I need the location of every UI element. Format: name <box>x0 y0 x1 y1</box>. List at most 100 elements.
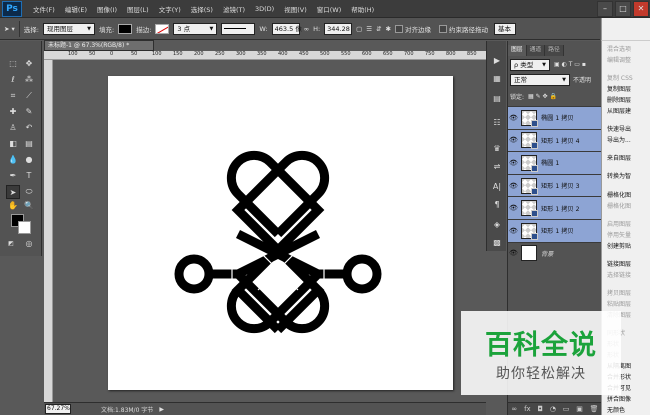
stroke-swatch[interactable] <box>155 23 170 34</box>
quick-mask-icon[interactable]: ◎ <box>22 237 36 251</box>
menu-item[interactable]: 拷贝图层 <box>607 288 631 297</box>
menu-item[interactable]: 快速导出 <box>607 124 631 133</box>
menu-item[interactable]: 导出为... <box>607 135 631 144</box>
history-brush-tool-icon[interactable]: ↶ <box>22 121 36 135</box>
tab-paths[interactable]: 路径 <box>545 45 564 56</box>
new-layer-icon[interactable]: ▣ <box>576 405 583 413</box>
tool-presets-icon[interactable]: ♛ <box>490 143 504 155</box>
chinese-knot-artwork[interactable] <box>108 76 453 390</box>
menu-item[interactable]: 复制 CSS <box>607 73 633 82</box>
filter-icons[interactable]: ▣ ◐ T ▭ ▪ <box>554 61 586 68</box>
menu-view[interactable]: 视图(V) <box>279 4 312 14</box>
menu-type[interactable]: 文字(Y) <box>154 4 186 14</box>
lock-icons[interactable]: ▦ ✎ ✥ 🔒 <box>528 93 557 100</box>
menu-item[interactable]: 删除图层 <box>607 95 631 104</box>
close-button[interactable]: ✕ <box>633 1 649 17</box>
menu-edit[interactable]: 编辑(E) <box>60 4 92 14</box>
eraser-tool-icon[interactable]: ◧ <box>6 137 20 151</box>
menu-item[interactable]: 栅格化图 <box>607 201 631 210</box>
stroke-type-dropdown[interactable] <box>221 22 256 35</box>
lasso-tool-icon[interactable]: ℓ <box>6 73 20 87</box>
trash-icon[interactable]: 🗑 <box>590 405 599 413</box>
menu-layer[interactable]: 图层(L) <box>122 4 154 14</box>
menu-item[interactable]: 停用矢量 <box>607 230 631 239</box>
history-panel-icon[interactable]: ▶ <box>490 55 504 67</box>
adjustment-layer-icon[interactable]: ◔ <box>550 405 556 413</box>
background-color-swatch[interactable] <box>18 221 31 234</box>
eyedropper-tool-icon[interactable]: ⟋ <box>22 89 36 103</box>
new-group-icon[interactable]: ▭ <box>563 405 570 413</box>
document-tab[interactable]: 未标题-1 @ 67.3%(RGB/8) * <box>44 40 154 51</box>
menu-item[interactable]: 编辑调整 <box>607 55 631 64</box>
layer-row-background[interactable]: 👁 背景 <box>508 241 602 265</box>
zoom-field[interactable]: 67.27% <box>45 404 71 414</box>
hand-tool-icon[interactable]: ✋ <box>6 199 20 213</box>
menu-item[interactable]: 来自图层 <box>607 153 631 162</box>
menu-item[interactable]: 粘贴图层 <box>607 299 631 308</box>
gradient-tool-icon[interactable]: ▤ <box>22 137 36 151</box>
menu-select[interactable]: 选择(S) <box>186 4 218 14</box>
menu-image[interactable]: 图像(I) <box>92 4 122 14</box>
brush-panel-icon[interactable]: ▤ <box>490 93 504 105</box>
adjustments-icon[interactable]: ⇌ <box>490 161 504 173</box>
link-icon[interactable]: ∞ <box>304 25 309 33</box>
layer-filter-dropdown[interactable]: ρ 类型 ▼ <box>510 58 550 71</box>
add-mask-icon[interactable]: ◘ <box>537 405 543 413</box>
actions-panel-icon[interactable]: ▦ <box>490 73 504 85</box>
3d-panel-icon[interactable]: ◈ <box>490 219 504 231</box>
menu-item[interactable]: 选择链接 <box>607 270 631 279</box>
menu-help[interactable]: 帮助(H) <box>346 4 379 14</box>
workspace-dropdown[interactable]: 基本 <box>494 22 517 35</box>
crop-tool-icon[interactable]: ⌗ <box>6 89 20 103</box>
fill-swatch[interactable] <box>118 23 133 34</box>
menu-item[interactable]: 转换为智 <box>607 171 631 180</box>
zoom-tool-icon[interactable]: 🔍 <box>22 199 36 213</box>
document-info[interactable]: 文档:1.83M/0 字节 <box>101 405 153 414</box>
select-dropdown[interactable]: 现用图层 ▼ <box>42 22 95 35</box>
layer-row[interactable]: 👁 矩形 1 拷贝 4 <box>508 128 602 152</box>
eye-icon[interactable]: 👁 <box>508 182 519 190</box>
brush-tool-icon[interactable]: ✎ <box>22 105 36 119</box>
menu-item[interactable]: 从图层建 <box>607 106 631 115</box>
type-tool-icon[interactable]: T <box>22 169 36 183</box>
layer-row[interactable]: 👁 矩形 1 拷贝 2 <box>508 196 602 219</box>
clone-source-icon[interactable]: ☷ <box>490 117 504 129</box>
layer-row[interactable]: 👁 椭圆 1 拷贝 <box>508 106 602 129</box>
menu-item[interactable]: 拼合图像 <box>607 394 631 403</box>
blur-tool-icon[interactable]: 💧 <box>6 153 20 167</box>
eye-icon[interactable]: 👁 <box>508 159 519 167</box>
height-field[interactable]: 344.28 <box>324 22 353 35</box>
width-field[interactable]: 463.5 像 <box>271 22 302 35</box>
menu-filter[interactable]: 滤镜(T) <box>218 4 250 14</box>
menu-window[interactable]: 窗口(W) <box>312 4 347 14</box>
default-colors-icon[interactable]: ◩ <box>4 237 18 251</box>
menu-item[interactable]: 混合选项 <box>607 44 631 53</box>
status-arrow-icon[interactable]: ▶ <box>159 406 164 413</box>
align-edges-checkbox[interactable] <box>395 24 404 33</box>
move-tool-icon[interactable]: ✥ <box>22 57 36 71</box>
layer-style-icon[interactable]: fx <box>524 405 531 413</box>
minimize-button[interactable]: – <box>597 1 613 17</box>
eye-icon[interactable]: 👁 <box>508 136 519 144</box>
menu-3d[interactable]: 3D(D) <box>250 5 279 13</box>
eye-icon[interactable]: 👁 <box>508 114 519 122</box>
menu-item[interactable]: 启用图层 <box>607 219 631 228</box>
menu-item[interactable]: 创建剪贴 <box>607 241 631 250</box>
paragraph-panel-icon[interactable]: ¶ <box>490 199 504 211</box>
maximize-button[interactable]: □ <box>615 1 631 17</box>
layer-row[interactable]: 👁 矩形 1 拷贝 3 <box>508 173 602 197</box>
link-layers-icon[interactable]: ∞ <box>511 405 517 413</box>
ellipse-tool-icon[interactable]: ⬭ <box>22 185 36 199</box>
eye-icon[interactable]: 👁 <box>508 227 519 235</box>
constrain-checkbox[interactable] <box>439 24 448 33</box>
path-select-tool-icon[interactable]: ➤ ▾ <box>4 25 15 33</box>
menu-item[interactable]: 复制图层 <box>607 84 631 93</box>
marquee-tool-icon[interactable]: ⬚ <box>6 57 20 71</box>
menu-file[interactable]: 文件(F) <box>28 4 60 14</box>
eye-icon[interactable]: 👁 <box>508 249 519 257</box>
path-align-icon[interactable]: ☰ <box>366 25 372 33</box>
pen-tool-icon[interactable]: ✒ <box>6 169 20 183</box>
clone-stamp-tool-icon[interactable]: ♙ <box>6 121 20 135</box>
canvas-area[interactable] <box>53 60 486 402</box>
healing-brush-tool-icon[interactable]: ✚ <box>6 105 20 119</box>
